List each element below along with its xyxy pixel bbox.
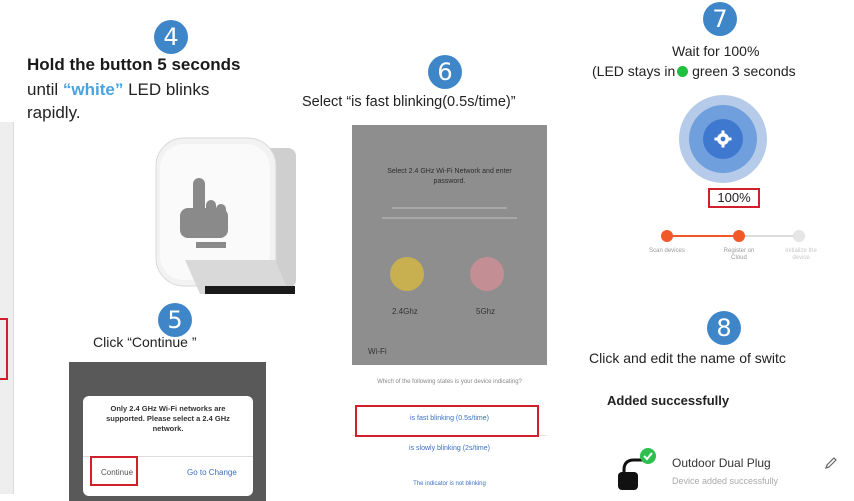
step-6-number: 6 <box>428 55 462 89</box>
step-5-number: 5 <box>158 303 192 337</box>
step-label: Register on Cloud <box>723 248 755 261</box>
device-status: Device added successfully <box>672 476 779 486</box>
wifi-setup-text: Select 2.4 GHz Wi-Fi Network and enter p… <box>387 168 512 185</box>
step-8-caption: Click and edit the name of switc <box>589 350 786 366</box>
step-6-caption: Select “is fast blinking(0.5s/time)” <box>302 94 516 110</box>
step-5-caption: Click “Continue ” <box>93 334 197 350</box>
step-7-line2: (LED stays in green 3 seconds <box>592 63 796 79</box>
step-label: Initialize the device <box>785 248 817 261</box>
slow-blinking-option[interactable]: is slowly blinking (2s/time) <box>362 445 537 452</box>
device-plug-icon <box>614 446 658 490</box>
step-done-dot <box>661 230 673 242</box>
led-text: green 3 seconds <box>688 63 796 79</box>
band-24-label: 2.4Ghz <box>392 307 418 316</box>
fast-blinking-highlight-box <box>355 405 539 437</box>
not-blinking-link[interactable]: The indicator is not blinking <box>362 481 537 487</box>
progress-percent: 100% <box>708 188 760 208</box>
step-4-number: 4 <box>154 20 188 54</box>
instruction-text: until <box>27 80 63 99</box>
led-text: (LED stays in <box>592 63 676 79</box>
step-done-dot <box>733 230 745 242</box>
progress-line-done <box>667 235 739 237</box>
pointing-hand-icon <box>176 174 232 254</box>
gear-icon <box>714 130 732 148</box>
white-led-highlight: “white” <box>62 80 124 99</box>
continue-highlight-box <box>90 456 138 486</box>
step-4-instruction-bold: Hold the button 5 seconds <box>27 55 241 74</box>
sheet-question: Which of the following states is your de… <box>377 379 522 385</box>
step-4-instruction-line2: until “white” LED blinks <box>27 80 209 100</box>
device-name[interactable]: Outdoor Dual Plug <box>672 456 771 470</box>
success-heading: Added successfully <box>607 393 730 408</box>
left-panel-remnant <box>0 122 14 494</box>
step-6-phone-screenshot: Select 2.4 GHz Wi-Fi Network and enter p… <box>352 125 547 501</box>
step-8-number: 8 <box>707 311 741 345</box>
edit-pencil-icon[interactable] <box>824 456 838 470</box>
instruction-text: LED blinks <box>123 80 210 99</box>
step-7-line1: Wait for 100% <box>672 43 760 59</box>
progress-line-pending <box>739 235 799 237</box>
step-7-number: 7 <box>703 2 737 36</box>
dim-overlay <box>352 125 547 365</box>
dialog-message: Only 2.4 GHz Wi-Fi networks are supporte… <box>106 404 230 433</box>
green-led-dot <box>677 66 689 77</box>
faint-line <box>392 207 507 209</box>
progress-steps: Scan devices Register on Cloud Initializ… <box>645 226 825 268</box>
router-24-icon <box>390 257 424 291</box>
step-pending-dot <box>793 230 805 242</box>
band-5-label: 5Ghz <box>476 307 496 316</box>
step-label: Scan devices <box>649 248 685 254</box>
go-to-change-button[interactable]: Go to Change <box>187 468 237 477</box>
wifi-label: Wi-Fi <box>368 347 387 356</box>
left-panel-redbox <box>0 318 8 380</box>
faint-line <box>382 217 517 219</box>
step-4-instruction-line3: rapidly. <box>27 103 81 122</box>
router-5-icon <box>470 257 504 291</box>
